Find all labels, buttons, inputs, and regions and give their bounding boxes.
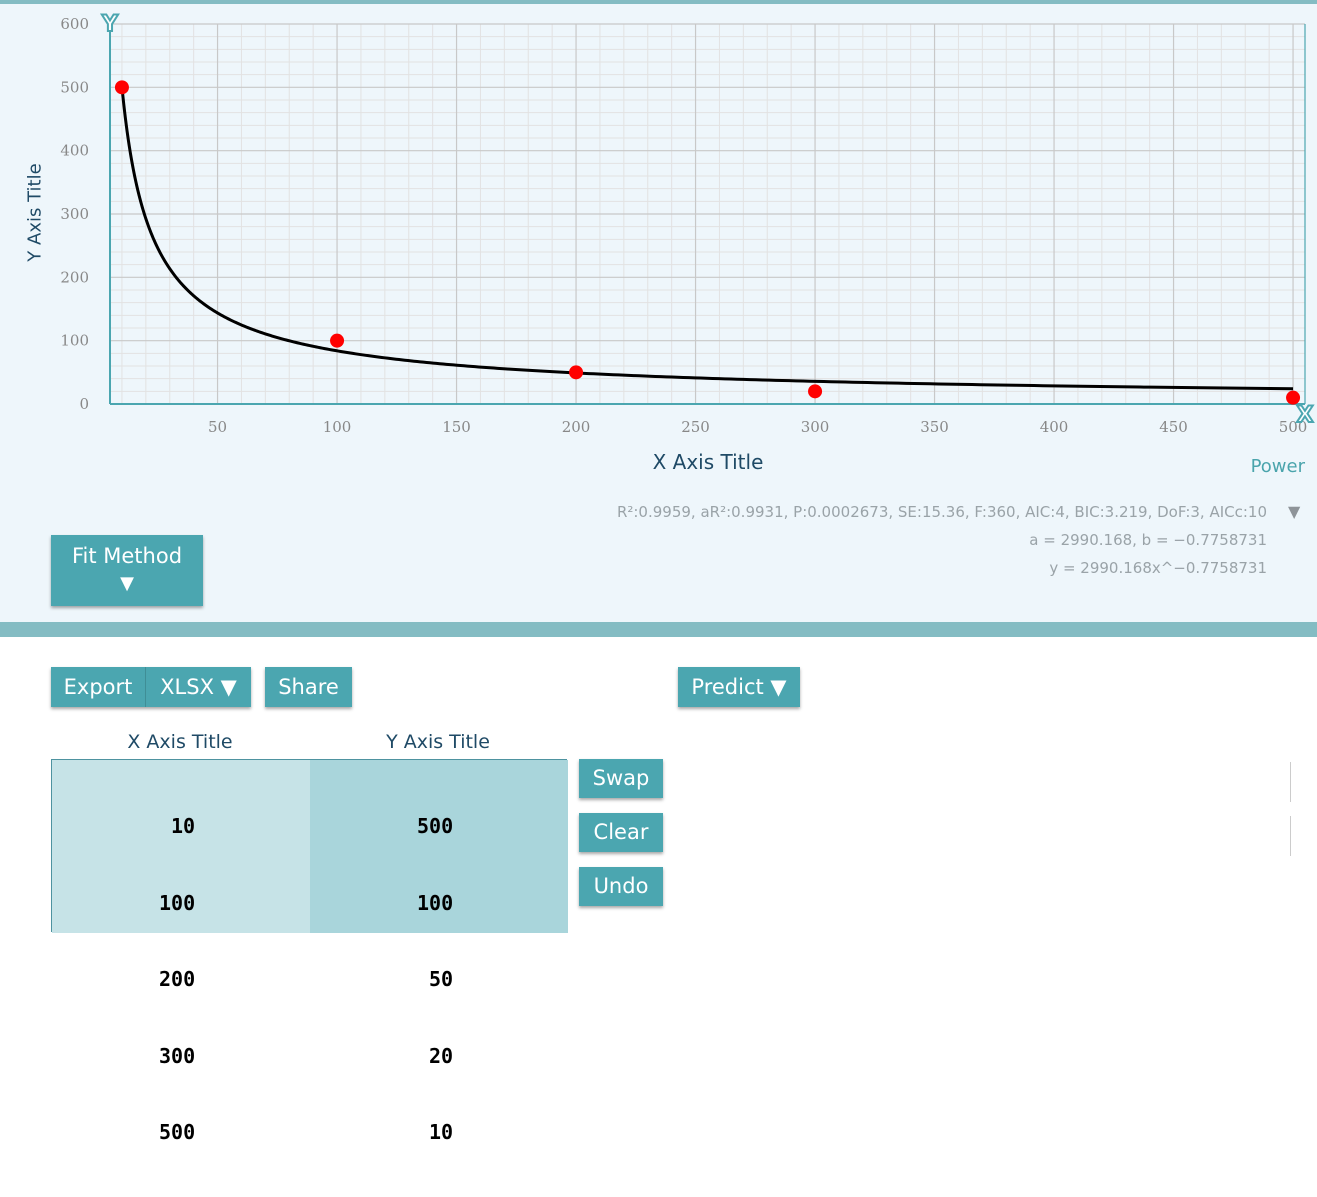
x-column-header[interactable]: X Axis Title [51,731,309,753]
y-column-header[interactable]: Y Axis Title [309,731,567,753]
stats-expand-caret-icon[interactable]: ▼ [1288,502,1300,521]
data-entry-table[interactable]: 10 100 200 300 500 500 100 50 20 10 [51,759,568,1144]
data-points-layer [114,80,1301,405]
x-axis-handle-icon[interactable]: X [1296,402,1315,429]
y-value-cell[interactable]: 10 [405,1120,568,1146]
y-value-cell[interactable]: 100 [405,891,568,917]
share-button[interactable]: Share [265,667,352,707]
y-tick-label: 0 [79,395,89,413]
y-value-cell[interactable]: 20 [405,1044,568,1070]
x-tick-label: 150 [442,418,471,436]
y-tick-label: 100 [60,332,89,350]
fit-model-name: Power [1250,456,1305,477]
y-value-cell[interactable]: 50 [405,967,568,993]
x-tick-label: 250 [681,418,710,436]
fit-curve-line [120,86,1294,391]
data-point [808,384,823,399]
y-tick-label: 500 [60,78,89,96]
tick-labels: 50 100 150 200 250 300 350 400 450 500 0 100 200 300 4… [60,15,1307,436]
fit-statistics: R²:0.9959, aR²:0.9931, P:0.0002673, SE:1… [616,503,1267,521]
x-value-cell[interactable]: 300 [147,1044,310,1070]
y-tick-label: 400 [60,142,89,160]
x-tick-label: 200 [562,418,591,436]
x-tick-label: 350 [920,418,949,436]
y-axis-title[interactable]: Y Axis Title [25,123,46,303]
divider-line [1290,816,1291,856]
fit-curve-layer [120,86,1294,391]
data-point [114,80,129,95]
x-tick-label: 50 [208,418,227,436]
y-value-cell[interactable]: 500 [405,814,568,840]
x-value-cell[interactable]: 500 [147,1120,310,1146]
y-values-column[interactable]: 500 100 50 20 10 [310,760,568,1144]
export-button-group: Export XLSX ▼ [51,667,251,707]
x-value-cell[interactable]: 10 [147,814,310,840]
caret-down-icon: ▼ [120,573,134,594]
export-format-dropdown[interactable]: XLSX ▼ [146,667,251,707]
data-point [330,333,345,348]
predict-dropdown-button[interactable]: Predict ▼ [678,667,800,707]
undo-button[interactable]: Undo [579,867,663,906]
panel-divider [0,622,1317,637]
divider-line [1290,762,1291,802]
export-button[interactable]: Export [51,667,146,707]
x-tick-label: 100 [323,418,352,436]
x-value-cell[interactable]: 100 [147,891,310,917]
x-axis-title[interactable]: X Axis Title [608,450,808,474]
fit-equation: y = 2990.168x^−0.7758731 [1049,559,1267,577]
swap-button[interactable]: Swap [579,759,663,798]
fit-method-button[interactable]: Fit Method ▼ [51,535,203,606]
x-value-cell[interactable]: 200 [147,967,310,993]
fit-method-label: Fit Method [71,544,183,568]
y-tick-label: 600 [60,15,89,33]
x-tick-label: 450 [1159,418,1188,436]
y-axis-handle-icon[interactable]: Y [100,11,120,38]
x-tick-label: 300 [801,418,830,436]
y-tick-label: 300 [60,205,89,223]
fit-parameters: a = 2990.168, b = −0.7758731 [1029,531,1267,549]
x-tick-label: 400 [1040,418,1069,436]
y-tick-label: 200 [60,268,89,286]
data-point [569,365,584,380]
chart-plot: 50 100 150 200 250 300 350 400 450 500 0 100 200 300 4… [60,11,1315,436]
x-values-column[interactable]: 10 100 200 300 500 [52,760,310,1144]
clear-button[interactable]: Clear [579,813,663,852]
